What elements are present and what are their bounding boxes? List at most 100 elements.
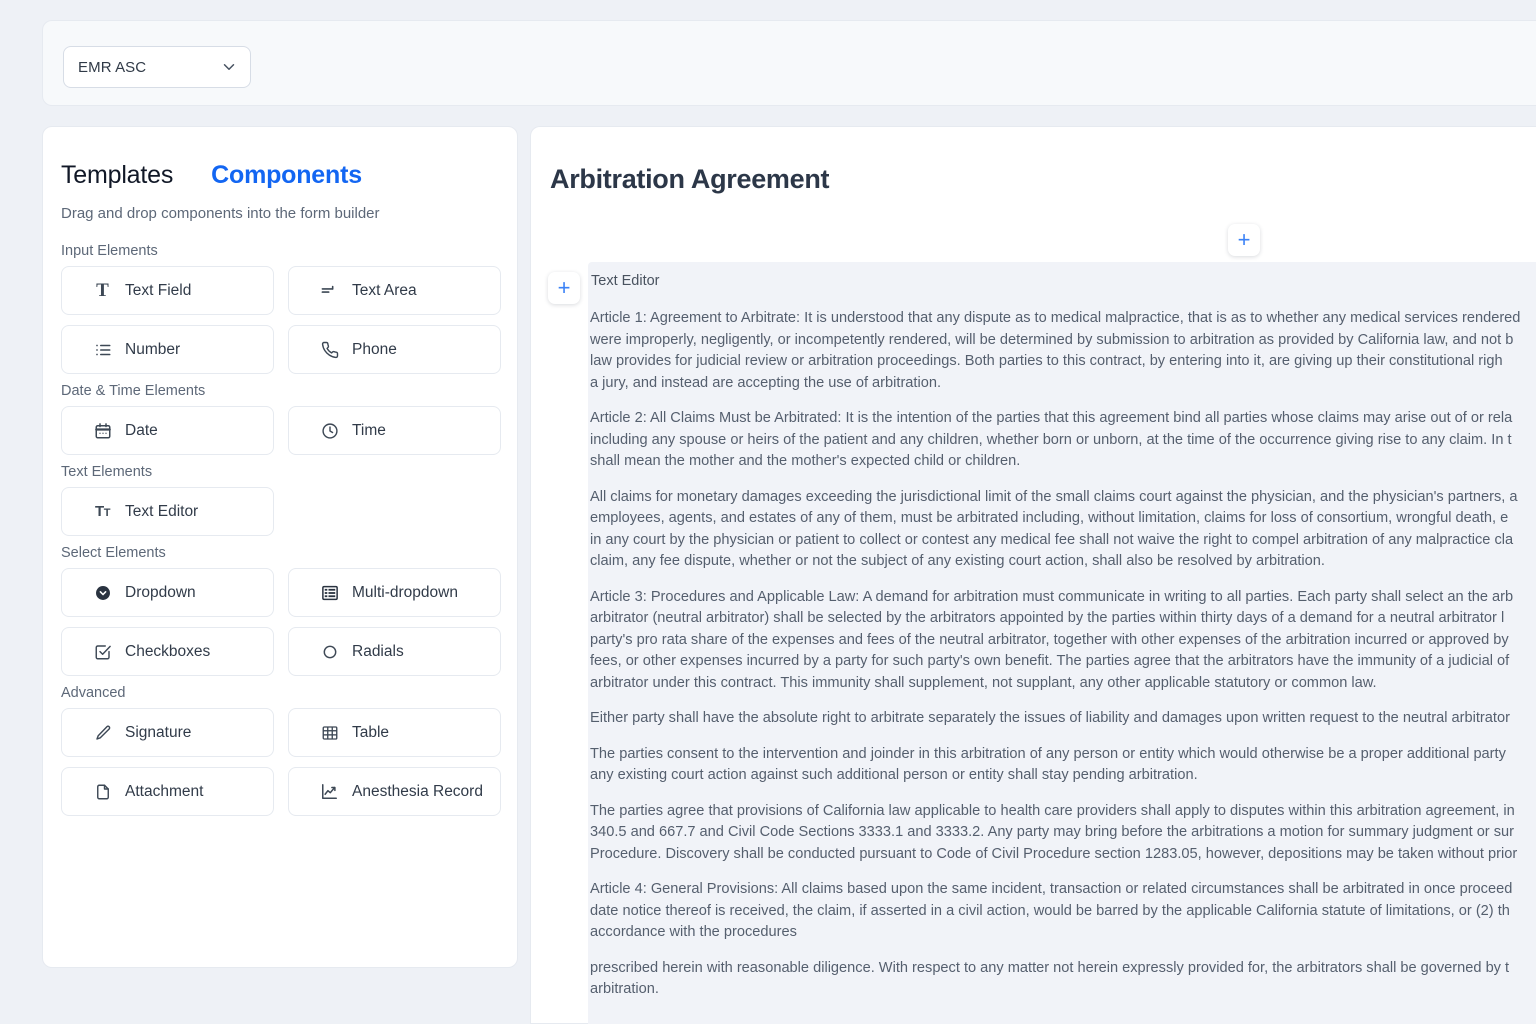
sidebar-tabs: Templates Components [61, 161, 362, 190]
component-item-multi-dropdown[interactable]: Multi-dropdown [288, 568, 501, 617]
editor-line: including any spouse or heirs of the pat… [590, 431, 1512, 448]
component-item-label: Checkboxes [125, 642, 211, 660]
editor-paragraph: All claims for monetary damages exceedin… [590, 487, 1536, 573]
component-item-label: Multi-dropdown [352, 583, 458, 601]
component-item-label: Time [352, 421, 386, 439]
editor-line: in any court by the physician or patient… [590, 531, 1514, 548]
component-item-dropdown[interactable]: Dropdown [61, 568, 274, 617]
text-editor-block[interactable]: Text Editor Article 1: Agreement to Arbi… [588, 262, 1536, 1024]
component-item-label: Text Field [125, 281, 192, 299]
editor-line: The parties agree that provisions of Cal… [590, 802, 1515, 819]
radio-icon [320, 642, 339, 661]
top-toolbar: EMR ASC [42, 20, 1536, 106]
editor-line: party's pro rata share of the expenses a… [590, 631, 1509, 648]
text-area-icon [320, 281, 339, 300]
facility-select-value: EMR ASC [78, 58, 147, 76]
component-item-table[interactable]: Table [288, 708, 501, 757]
component-item-date[interactable]: Date [61, 406, 274, 455]
editor-line: were improperly, negligently, or incompe… [590, 331, 1514, 348]
component-item-number[interactable]: Number [61, 325, 274, 374]
component-item-label: Attachment [125, 782, 204, 800]
component-grid: T Text Field Text Area Number Phone [61, 266, 501, 374]
dropdown-icon [93, 583, 112, 602]
component-groups: Input Elements T Text Field Text Area Number… [61, 243, 501, 825]
text-editor-content[interactable]: Article 1: Agreement to Arbitrate: It is… [590, 308, 1536, 1015]
pencil-icon [93, 723, 112, 742]
editor-line: any existing court action against such a… [590, 767, 1198, 783]
component-group: Date & Time Elements Date Time [61, 383, 501, 455]
component-item-time[interactable]: Time [288, 406, 501, 455]
component-group-title: Select Elements [61, 545, 166, 561]
text-editor-block-label: Text Editor [591, 273, 660, 289]
component-group: Input Elements T Text Field Text Area Number… [61, 243, 501, 374]
editor-line: accordance with the procedures [590, 924, 797, 940]
component-item-text-area[interactable]: Text Area [288, 266, 501, 315]
editor-line: Article 1: Agreement to Arbitrate: It is… [590, 310, 1521, 326]
component-item-attachment[interactable]: Attachment [61, 767, 274, 816]
component-item-signature[interactable]: Signature [61, 708, 274, 757]
editor-line: arbitrator (neutral arbitrator) shall be… [590, 610, 1505, 626]
editor-line: Either party shall have the absolute rig… [590, 710, 1510, 726]
editor-line: law provides for judicial review or arbi… [590, 353, 1503, 369]
clock-icon [320, 421, 339, 440]
components-sidebar: Templates Components Drag and drop compo… [42, 126, 518, 968]
editor-line: employees, agents, and estates of any of… [590, 510, 1509, 526]
editor-paragraph: Either party shall have the absolute rig… [590, 708, 1536, 730]
editor-line: The parties consent to the intervention … [590, 745, 1506, 762]
component-item-phone[interactable]: Phone [288, 325, 501, 374]
component-item-checkboxes[interactable]: Checkboxes [61, 627, 274, 676]
component-grid: Date Time [61, 406, 501, 455]
form-canvas: Arbitration Agreement + + Text Editor Ar… [530, 126, 1536, 1024]
component-item-label: Radials [352, 642, 404, 660]
table-icon [320, 723, 339, 742]
component-item-text-field[interactable]: T Text Field [61, 266, 274, 315]
editor-line: prescribed herein with reasonable dilige… [590, 959, 1510, 976]
editor-paragraph: The parties consent to the intervention … [590, 744, 1536, 787]
facility-select[interactable]: EMR ASC [63, 46, 251, 88]
editor-paragraph: The parties agree that provisions of Cal… [590, 801, 1536, 866]
component-item-label: Number [125, 340, 181, 358]
editor-line: 340.5 and 667.7 and Civil Code Sections … [590, 824, 1514, 840]
plus-icon: + [557, 275, 571, 300]
editor-line: date notice thereof is received, the cla… [590, 902, 1510, 919]
component-item-label: Text Area [352, 281, 417, 299]
component-item-label: Anesthesia Record [352, 782, 483, 800]
component-item-label: Text Editor [125, 502, 199, 520]
add-component-top-button[interactable]: + [1228, 224, 1260, 256]
editor-line: shall mean the mother and the mother's e… [590, 453, 1021, 469]
page-title: Arbitration Agreement [550, 164, 830, 194]
chart-line-icon [320, 782, 339, 801]
tab-templates[interactable]: Templates [61, 161, 173, 190]
checkbox-icon [93, 642, 112, 661]
editor-paragraph: Article 1: Agreement to Arbitrate: It is… [590, 308, 1536, 394]
component-item-label: Signature [125, 723, 192, 741]
calendar-icon [93, 421, 112, 440]
editor-line: Article 2: All Claims Must be Arbitrated… [590, 410, 1513, 426]
component-item-anesthesia-record[interactable]: Anesthesia Record [288, 767, 501, 816]
phone-icon [320, 340, 339, 359]
editor-line: Procedure. Discovery shall be conducted … [590, 845, 1518, 862]
component-item-label: Date [125, 421, 158, 439]
ordered-list-icon [93, 340, 112, 359]
component-grid: Signature Table Attachment Anesthesia Recor… [61, 708, 501, 816]
component-item-label: Dropdown [125, 583, 196, 601]
text-editor-icon: TT [95, 503, 110, 520]
editor-line: arbitration. [590, 981, 659, 997]
text-field-icon: T [96, 280, 109, 301]
component-item-text-editor[interactable]: TT Text Editor [61, 487, 274, 536]
multi-dropdown-icon [320, 583, 339, 602]
editor-paragraph: Article 3: Procedures and Applicable Law… [590, 587, 1536, 695]
editor-paragraph: prescribed herein with reasonable dilige… [590, 958, 1536, 1001]
sidebar-subtitle: Drag and drop components into the form b… [61, 205, 380, 222]
editor-line: Article 3: Procedures and Applicable Law… [590, 588, 1514, 605]
component-item-label: Table [352, 723, 390, 741]
component-group-title: Date & Time Elements [61, 383, 206, 399]
tab-components[interactable]: Components [211, 161, 362, 190]
component-group: Select Elements Dropdown Multi-dropdown Che… [61, 545, 501, 676]
editor-line: Article 4: General Provisions: All claim… [590, 881, 1513, 897]
add-component-left-button[interactable]: + [548, 272, 580, 304]
component-item-radials[interactable]: Radials [288, 627, 501, 676]
editor-line: claim, any fee dispute, whether or not t… [590, 553, 1325, 569]
component-grid: Dropdown Multi-dropdown Checkboxes Radials [61, 568, 501, 676]
editor-paragraph: Article 2: All Claims Must be Arbitrated… [590, 408, 1536, 473]
